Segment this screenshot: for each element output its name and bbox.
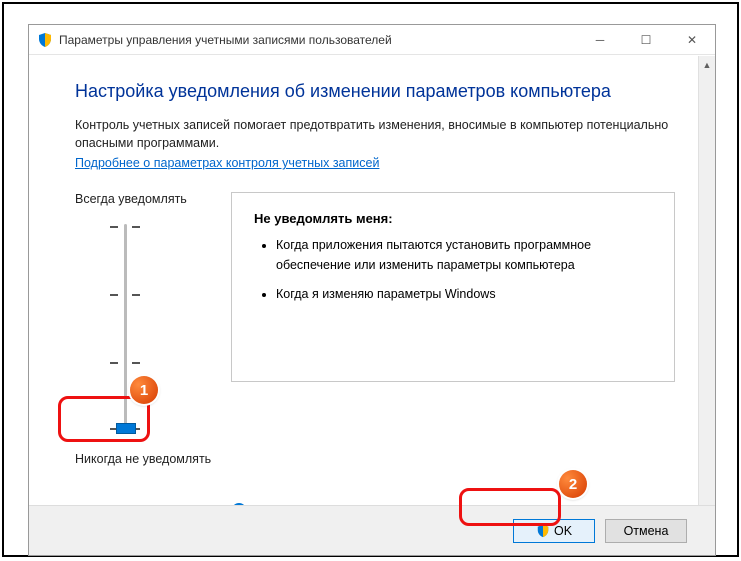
- minimize-button[interactable]: ─: [577, 25, 623, 55]
- annotation-highlight-1: [58, 396, 150, 442]
- info-list: Когда приложения пытаются установить про…: [276, 236, 654, 304]
- cancel-button[interactable]: Отмена: [605, 519, 687, 543]
- page-heading: Настройка уведомления об изменении парам…: [75, 81, 675, 102]
- description-text: Контроль учетных записей помогает предот…: [75, 116, 675, 152]
- window-title: Параметры управления учетными записями п…: [59, 33, 392, 47]
- window-buttons: ─ ☐ ✕: [577, 25, 715, 55]
- ok-label: OK: [554, 524, 572, 538]
- slider-top-label: Всегда уведомлять: [75, 192, 205, 206]
- info-item: Когда я изменяю параметры Windows: [276, 285, 654, 304]
- slider-bottom-label: Никогда не уведомлять: [75, 452, 205, 466]
- info-column: Не уведомлять меня: Когда приложения пыт…: [231, 192, 675, 480]
- info-title: Не уведомлять меня:: [254, 211, 654, 226]
- learn-more-link[interactable]: Подробнее о параметрах контроля учетных …: [75, 156, 379, 170]
- shield-icon: [37, 32, 53, 48]
- settings-body: Всегда уведомлять Никогда не уведомлять …: [75, 192, 675, 480]
- uac-settings-window: Параметры управления учетными записями п…: [28, 24, 716, 556]
- notification-info-box: Не уведомлять меня: Когда приложения пыт…: [231, 192, 675, 382]
- slider-tick: [110, 362, 140, 364]
- maximize-button[interactable]: ☐: [623, 25, 669, 55]
- annotation-badge-2: 2: [559, 470, 587, 498]
- annotation-highlight-2: [459, 488, 561, 526]
- slider-tick: [110, 294, 140, 296]
- screenshot-frame: Параметры управления учетными записями п…: [2, 2, 739, 557]
- content-area: Настройка уведомления об изменении парам…: [29, 55, 715, 515]
- slider-tick: [110, 226, 140, 228]
- cancel-label: Отмена: [624, 524, 669, 538]
- info-item: Когда приложения пытаются установить про…: [276, 236, 654, 275]
- dialog-footer: OK Отмена: [29, 505, 715, 555]
- titlebar: Параметры управления учетными записями п…: [29, 25, 715, 55]
- close-button[interactable]: ✕: [669, 25, 715, 55]
- annotation-badge-1: 1: [130, 376, 158, 404]
